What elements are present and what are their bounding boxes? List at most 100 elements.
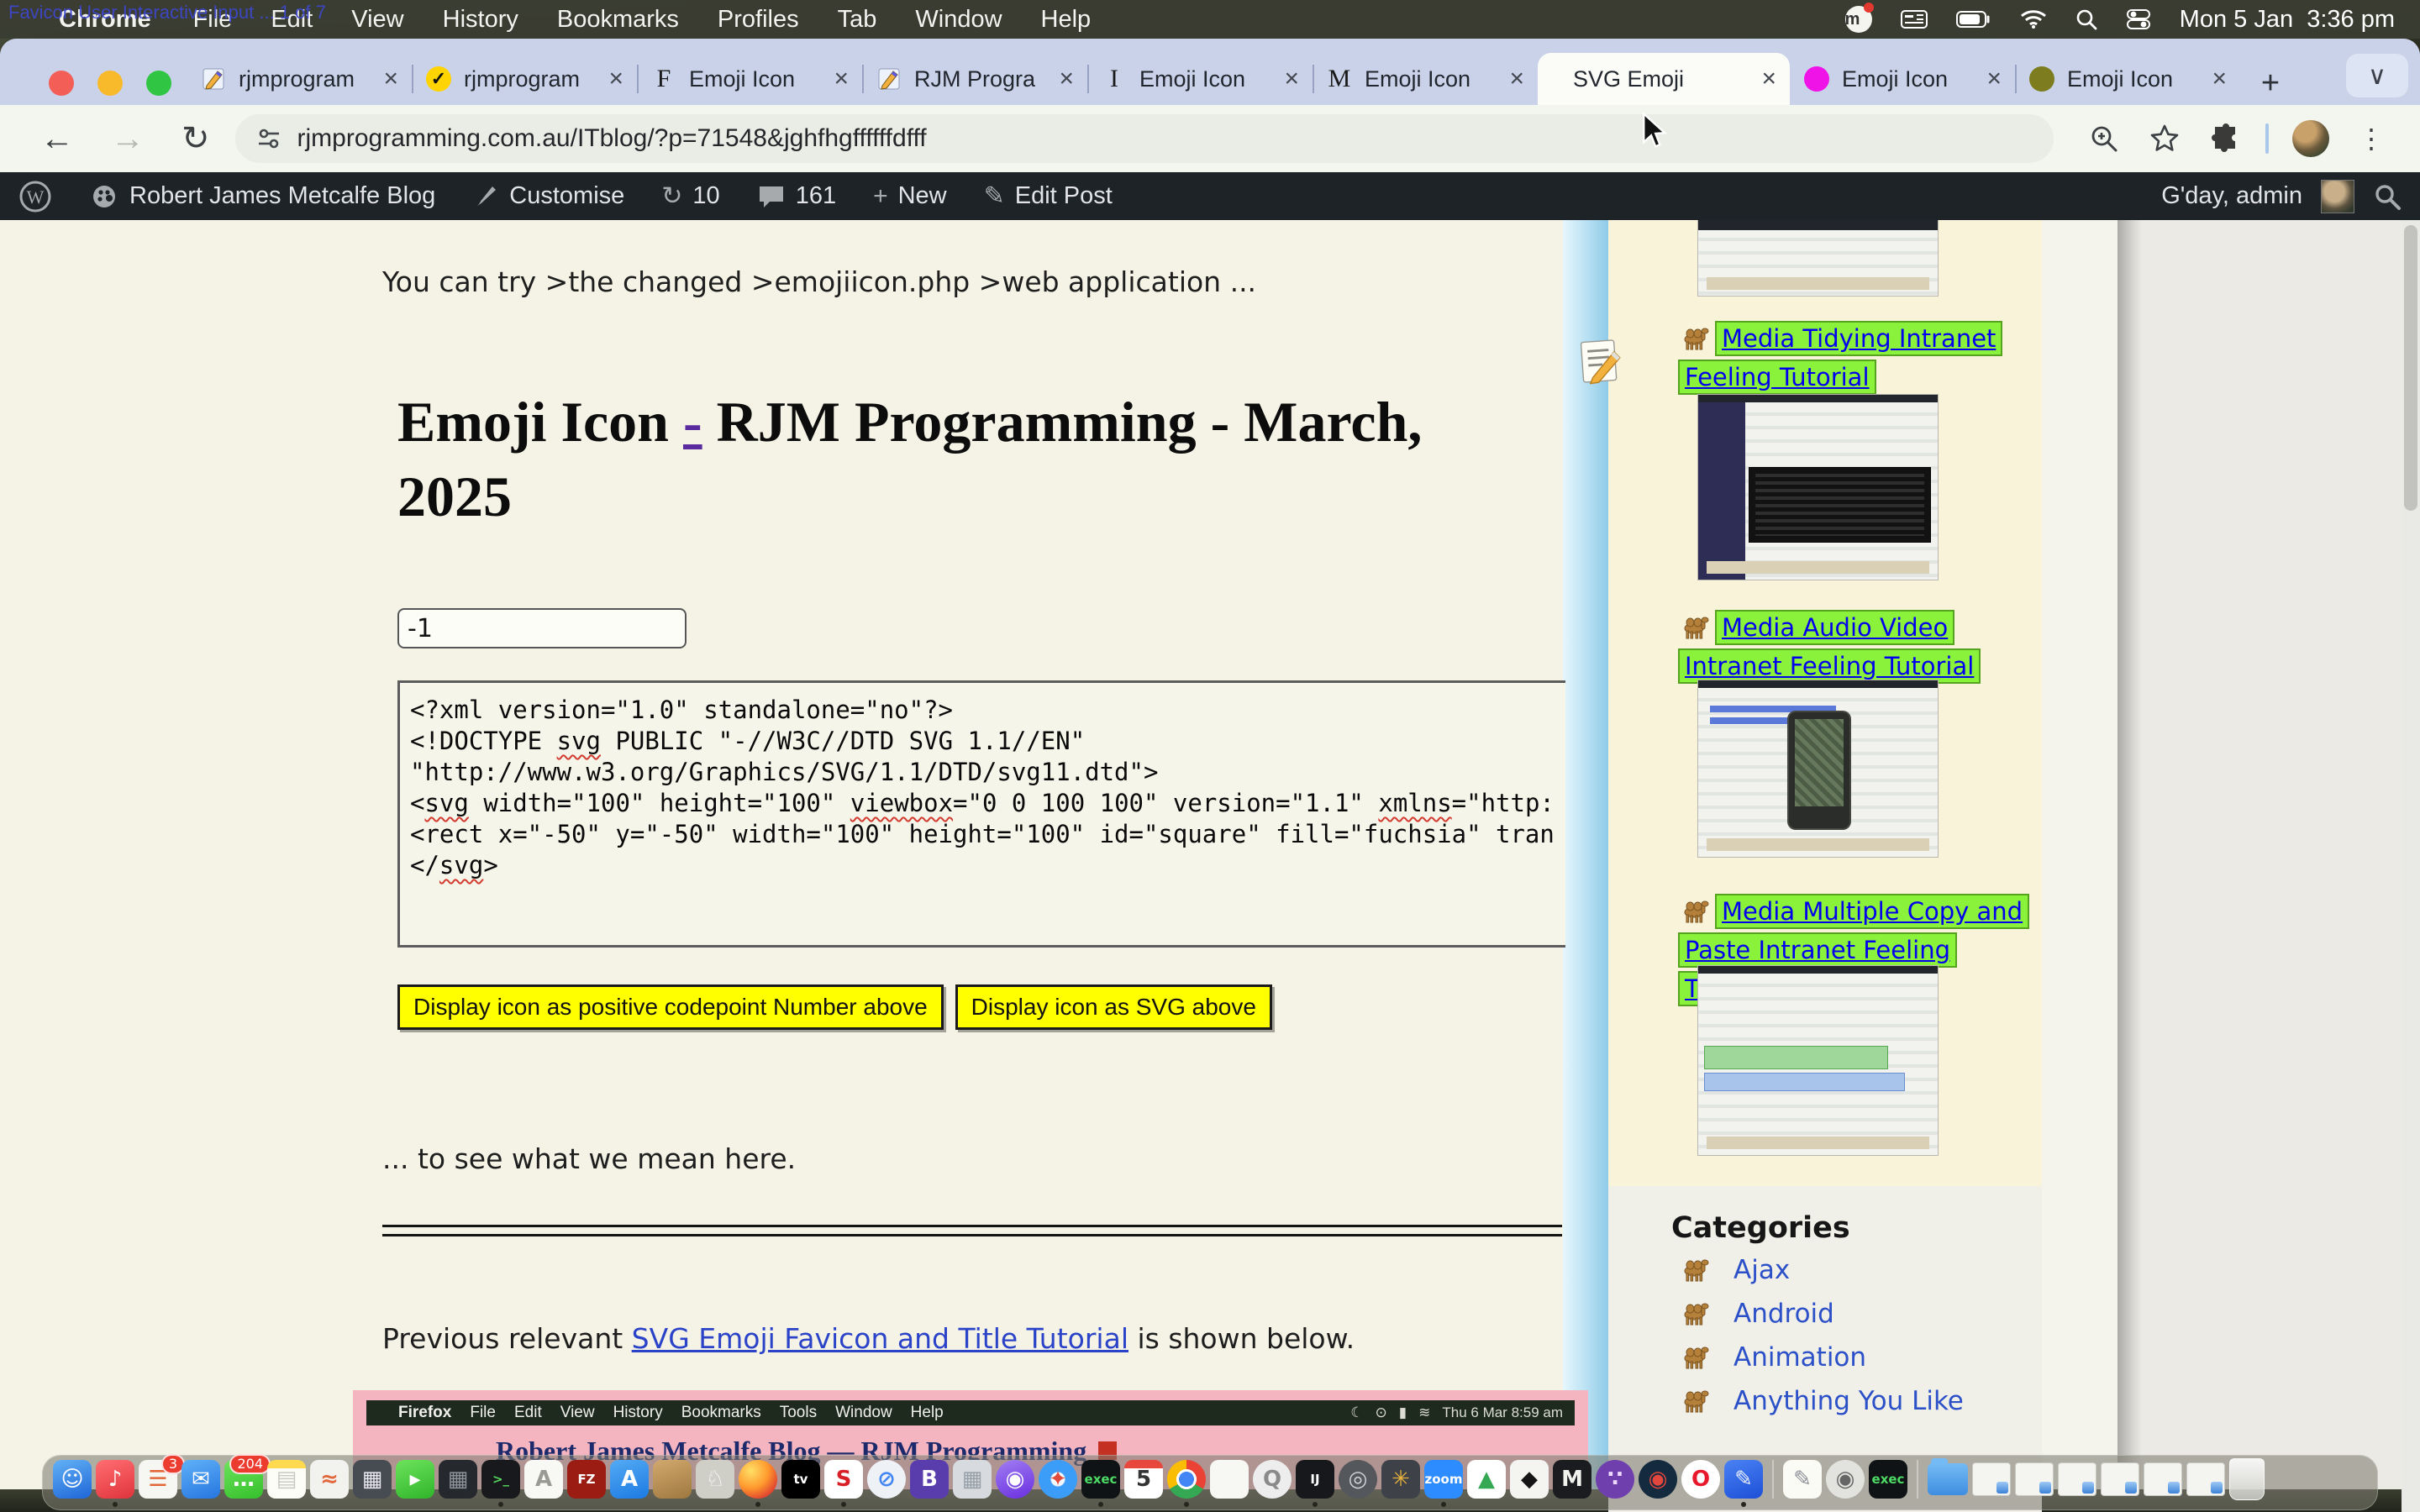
svg-code-textarea[interactable]: <?xml version="1.0" standalone="no"?><!D… — [397, 680, 1565, 948]
minimized-window[interactable] — [2186, 1462, 2225, 1496]
garageband-icon[interactable]: ≈ — [310, 1460, 349, 1499]
prohibit-icon[interactable]: ⊘ — [867, 1460, 906, 1499]
category-link-ajax[interactable]: Ajax — [1733, 1255, 1790, 1285]
battery-icon[interactable] — [1956, 10, 1991, 29]
exec-window-icon[interactable]: exec — [1081, 1460, 1120, 1499]
minimized-window[interactable] — [2015, 1462, 2054, 1496]
minimized-window[interactable] — [2101, 1462, 2139, 1496]
tutorial-thumbnail[interactable] — [1698, 395, 1938, 580]
reload-button[interactable]: ↻ — [182, 119, 210, 158]
document-icon[interactable] — [1210, 1460, 1249, 1499]
quicktime-icon[interactable]: Q — [1253, 1460, 1292, 1499]
tab-close-icon[interactable]: × — [383, 65, 398, 93]
menu-tab[interactable]: Tab — [838, 6, 877, 33]
reminders-icon[interactable]: ☰3 — [139, 1460, 177, 1499]
site-info-icon[interactable] — [255, 125, 282, 152]
apple-tv-icon[interactable]: tv — [781, 1460, 820, 1499]
tab-rjm-progra[interactable]: RJM Progra× — [862, 53, 1087, 105]
previous-tutorial-link[interactable]: SVG Emoji Favicon and Title Tutorial — [632, 1322, 1128, 1355]
wp-new-menu[interactable]: + New — [873, 182, 947, 211]
profile-avatar[interactable] — [2292, 120, 2329, 157]
wp-edit-post-menu[interactable]: ✎ Edit Post — [984, 181, 1113, 211]
red-s-icon[interactable]: S — [824, 1460, 863, 1499]
palette-icon[interactable]: ✳ — [1381, 1460, 1420, 1499]
tab-close-icon[interactable]: × — [1761, 65, 1776, 93]
exec-window-2-icon[interactable]: exec — [1869, 1460, 1907, 1499]
codepoint-number-input[interactable] — [397, 608, 687, 648]
filezilla-icon[interactable]: FZ — [567, 1460, 606, 1499]
tab-rjmprogram[interactable]: rjmprogram× — [187, 53, 412, 105]
wp-customise-menu[interactable]: Customise — [472, 182, 624, 210]
tab-svg-emoji[interactable]: SVG Emoji× — [1538, 53, 1790, 105]
tab-emoji-icon[interactable]: Emoji Icon× — [1790, 53, 2015, 105]
display-svg-button[interactable]: Display icon as SVG above — [955, 984, 1272, 1030]
tutorial-link-media-tidying[interactable]: Media Tidying Intranet Feeling Tutorial — [1680, 323, 2001, 393]
tutorial-thumbnail-partial[interactable] — [1698, 220, 1938, 296]
tab-search-chevron-button[interactable]: ∨ — [2346, 54, 2408, 97]
display-codepoint-button[interactable]: Display icon as positive codepoint Numbe… — [397, 984, 944, 1030]
category-link-animation[interactable]: Animation — [1733, 1342, 1866, 1373]
preview-icon[interactable]: ▦ — [953, 1460, 992, 1499]
mail-icon[interactable]: ✉ — [182, 1460, 220, 1499]
notes-icon[interactable]: ▤ — [267, 1460, 306, 1499]
messages-icon[interactable]: …204 — [224, 1460, 263, 1499]
earth-icon[interactable]: ▲ — [1467, 1460, 1506, 1499]
address-bar[interactable]: rjmprogramming.com.au/ITblog/?p=71548&jg… — [235, 114, 2054, 163]
tab-close-icon[interactable]: × — [1986, 65, 2002, 93]
terminal-icon[interactable]: >_ — [481, 1460, 520, 1499]
tab-emoji-icon[interactable]: IEmoji Icon× — [1087, 53, 1313, 105]
facetime-icon[interactable]: ▸ — [396, 1460, 434, 1499]
menu-profiles[interactable]: Profiles — [718, 6, 799, 33]
downloads-folder-icon[interactable] — [1928, 1463, 1968, 1495]
safari-icon[interactable]: ✦ — [1039, 1460, 1077, 1499]
bbedit-icon[interactable]: B — [910, 1460, 949, 1499]
zoom-page-icon[interactable] — [2089, 123, 2119, 154]
bag-icon[interactable] — [653, 1460, 692, 1499]
intellij-icon[interactable]: IJ — [1296, 1460, 1334, 1499]
menu-window[interactable]: Window — [915, 6, 1002, 33]
gauge-icon[interactable]: ◉ — [1639, 1460, 1677, 1499]
wp-greeting[interactable]: G'day, admin — [2161, 182, 2302, 210]
wp-updates-menu[interactable]: ↻ 10 — [661, 181, 719, 211]
pen-tool-icon[interactable]: ✎ — [1724, 1460, 1763, 1499]
lens-icon[interactable]: ◉ — [1826, 1460, 1865, 1499]
spiral-icon[interactable]: ◎ — [1339, 1460, 1377, 1499]
new-tab-button[interactable]: + — [2249, 61, 2292, 105]
app-status-icon[interactable]: m — [1845, 6, 1872, 33]
textedit-icon[interactable]: A — [524, 1460, 563, 1499]
spotlight-search-icon[interactable] — [2075, 8, 2097, 30]
opera-icon[interactable]: O — [1681, 1460, 1720, 1499]
menu-help[interactable]: Help — [1041, 6, 1092, 33]
tab-emoji-icon[interactable]: FEmoji Icon× — [637, 53, 862, 105]
page-scrollbar[interactable] — [2402, 220, 2420, 1512]
menu-bookmarks[interactable]: Bookmarks — [557, 6, 679, 33]
tab-close-icon[interactable]: × — [1509, 65, 1524, 93]
extensions-puzzle-icon[interactable] — [2210, 123, 2242, 155]
zoom-icon[interactable]: zoom — [1424, 1460, 1463, 1499]
wp-logo[interactable]: W — [18, 180, 52, 213]
app-store-icon[interactable]: A — [610, 1460, 649, 1499]
category-link-android[interactable]: Android — [1733, 1299, 1834, 1329]
firefox-icon[interactable] — [739, 1460, 777, 1499]
chrome-menu-icon[interactable]: ⋮ — [2358, 123, 2385, 155]
scrollbar-thumb[interactable] — [2404, 225, 2417, 511]
tab-close-icon[interactable]: × — [1284, 65, 1299, 93]
wp-comments-menu[interactable]: 161 — [757, 182, 836, 210]
trash-icon[interactable] — [2229, 1458, 2265, 1500]
bookmark-star-icon[interactable] — [2149, 123, 2180, 154]
tab-close-icon[interactable]: × — [834, 65, 849, 93]
tab-rjmprogram[interactable]: ✓rjmprogram× — [412, 53, 637, 105]
calendar-icon[interactable]: 5 — [1124, 1460, 1163, 1499]
zoom-window-button[interactable] — [146, 71, 171, 96]
tab-close-icon[interactable]: × — [2212, 65, 2227, 93]
minimized-window[interactable] — [2144, 1462, 2182, 1496]
purple-dots-icon[interactable]: ∵ — [1596, 1460, 1634, 1499]
category-link-anything-you-like[interactable]: Anything You Like — [1733, 1386, 1964, 1416]
music-icon[interactable]: ♪ — [96, 1460, 134, 1499]
forward-button[interactable]: → — [111, 120, 145, 158]
minimized-window[interactable] — [2058, 1462, 2096, 1496]
tab-close-icon[interactable]: × — [608, 65, 623, 93]
control-center-icon[interactable] — [2126, 8, 2151, 30]
tutorial-thumbnail[interactable] — [1698, 966, 1938, 1155]
menu-view[interactable]: View — [351, 6, 403, 33]
